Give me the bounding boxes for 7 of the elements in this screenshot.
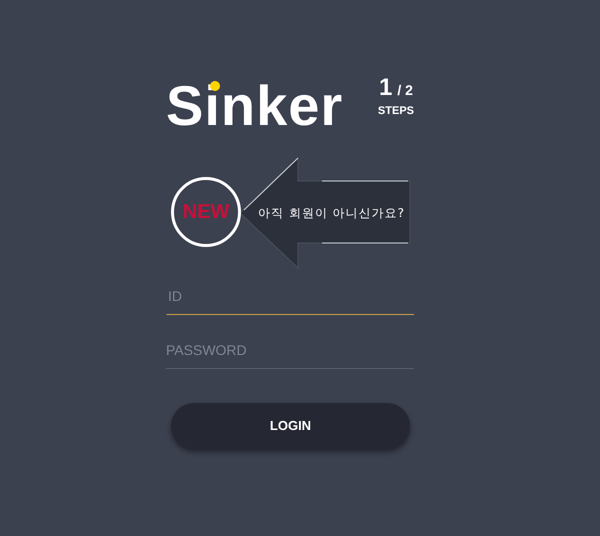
id-field[interactable]: ID [166,277,414,315]
password-field[interactable]: PASSWORD [166,331,414,369]
logo: Sinker [166,76,344,134]
step-current: 1 [378,76,392,100]
steps-label: STEPS [378,104,414,119]
login-button[interactable]: LOGIN [171,403,410,449]
step-total: / 2 [397,83,413,97]
